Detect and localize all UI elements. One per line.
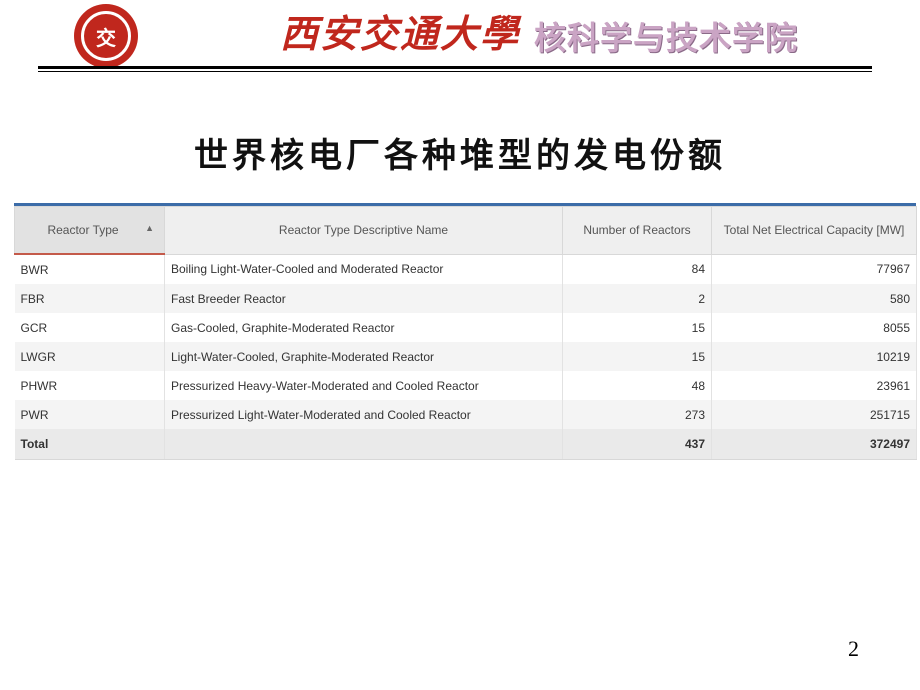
slide-title: 世界核电厂各种堆型的发电份额 xyxy=(194,136,726,176)
cell-number-of-reactors: 15 xyxy=(562,313,712,342)
cell-descriptive-name: Light-Water-Cooled, Graphite-Moderated R… xyxy=(164,342,563,371)
column-header-number-of-reactors[interactable]: Number of Reactors xyxy=(562,206,712,255)
header-divider-thick xyxy=(38,66,872,69)
reactor-table-container: Reactor Type ▲ Reactor Type Descriptive … xyxy=(14,203,917,460)
university-name: 西安交通大學 xyxy=(280,11,521,56)
logo-emblem: 交 xyxy=(81,11,131,61)
table-row: GCR Gas-Cooled, Graphite-Moderated React… xyxy=(14,313,917,342)
cell-total-reactors: 437 xyxy=(562,429,712,460)
cell-net-capacity: 10219 xyxy=(711,342,917,371)
table-row: LWGR Light-Water-Cooled, Graphite-Modera… xyxy=(14,342,917,371)
cell-net-capacity: 251715 xyxy=(711,400,917,429)
table-header-row: Reactor Type ▲ Reactor Type Descriptive … xyxy=(14,206,917,255)
university-logo: 交 xyxy=(74,4,138,68)
reactor-table: Reactor Type ▲ Reactor Type Descriptive … xyxy=(14,206,917,460)
header-divider-thin xyxy=(38,71,872,72)
cell-net-capacity: 8055 xyxy=(711,313,917,342)
cell-descriptive-name: Pressurized Heavy-Water-Moderated and Co… xyxy=(164,371,563,400)
school-name: 核科学与技术学院 xyxy=(534,19,799,57)
column-header-label: Reactor Type xyxy=(47,223,119,237)
cell-descriptive-name: Fast Breeder Reactor xyxy=(164,284,563,313)
cell-reactor-type: LWGR xyxy=(14,342,165,371)
cell-total-name xyxy=(164,429,563,460)
cell-reactor-type: PWR xyxy=(14,400,165,429)
column-header-reactor-type[interactable]: Reactor Type ▲ xyxy=(14,206,165,255)
table-row: FBR Fast Breeder Reactor 2 580 xyxy=(14,284,917,313)
cell-reactor-type: BWR xyxy=(14,254,165,284)
column-header-net-capacity[interactable]: Total Net Electrical Capacity [MW] xyxy=(711,206,917,255)
cell-number-of-reactors: 2 xyxy=(562,284,712,313)
cell-descriptive-name: Pressurized Light-Water-Moderated and Co… xyxy=(164,400,563,429)
cell-net-capacity: 580 xyxy=(711,284,917,313)
cell-reactor-type: PHWR xyxy=(14,371,165,400)
page-number: 2 xyxy=(848,636,859,661)
table-total-row: Total 437 372497 xyxy=(14,429,917,460)
cell-descriptive-name: Gas-Cooled, Graphite-Moderated Reactor xyxy=(164,313,563,342)
cell-number-of-reactors: 15 xyxy=(562,342,712,371)
table-row: PHWR Pressurized Heavy-Water-Moderated a… xyxy=(14,371,917,400)
table-row: BWR Boiling Light-Water-Cooled and Moder… xyxy=(14,254,917,284)
cell-total-capacity: 372497 xyxy=(711,429,917,460)
slide-header: 交 西安交通大學 核科学与技术学院 xyxy=(0,0,920,72)
cell-number-of-reactors: 273 xyxy=(562,400,712,429)
cell-net-capacity: 77967 xyxy=(711,254,917,284)
column-header-descriptive-name[interactable]: Reactor Type Descriptive Name xyxy=(164,206,563,255)
table-row: PWR Pressurized Light-Water-Moderated an… xyxy=(14,400,917,429)
cell-reactor-type: GCR xyxy=(14,313,165,342)
cell-reactor-type: FBR xyxy=(14,284,165,313)
cell-descriptive-name: Boiling Light-Water-Cooled and Moderated… xyxy=(164,254,563,284)
sort-ascending-icon[interactable]: ▲ xyxy=(145,223,154,233)
cell-total-label: Total xyxy=(14,429,165,460)
cell-net-capacity: 23961 xyxy=(711,371,917,400)
cell-number-of-reactors: 48 xyxy=(562,371,712,400)
cell-number-of-reactors: 84 xyxy=(562,254,712,284)
